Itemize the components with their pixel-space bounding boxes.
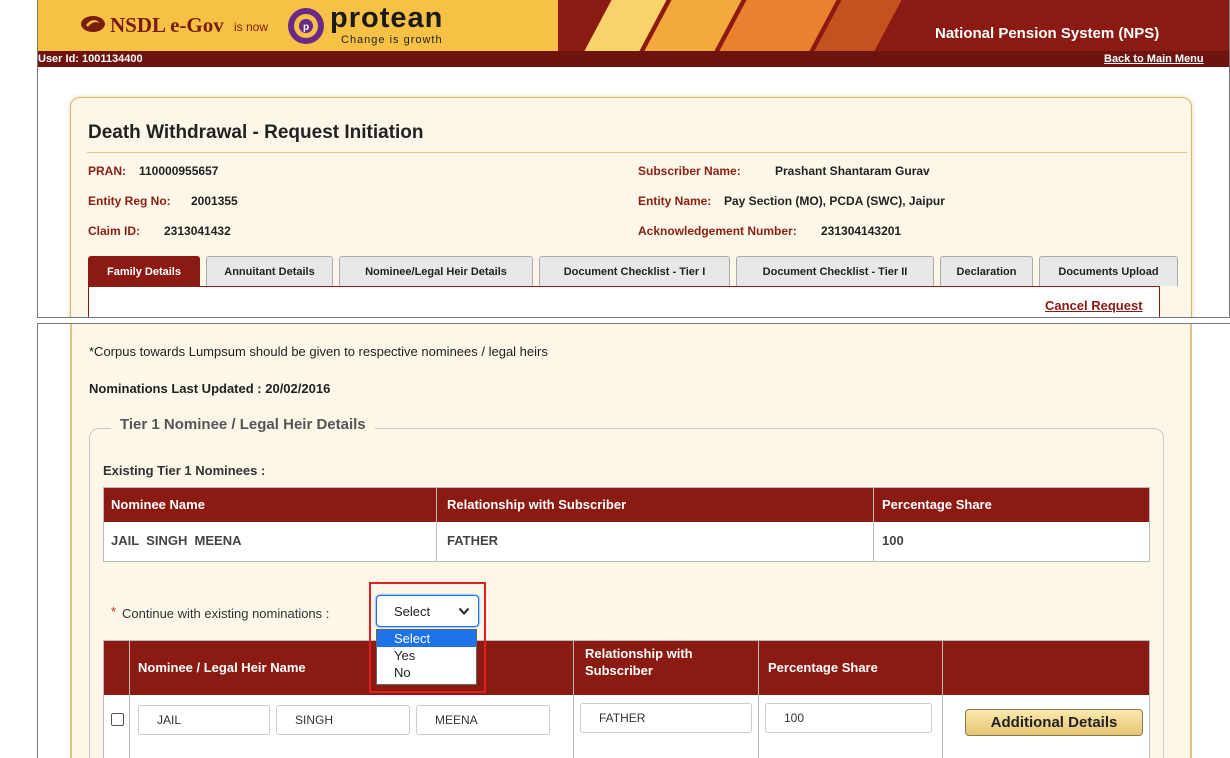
table-row: JAIL SINGH MEENA FATHER 100: [104, 522, 1149, 561]
entity-reg-value: 2001355: [191, 194, 238, 208]
nominee-table-header: Nominee / Legal Heir Name Relationship w…: [104, 641, 1149, 695]
dropdown-option-yes[interactable]: Yes: [377, 647, 476, 664]
user-id: User Id: 1001134400: [38, 53, 143, 65]
pran-value: 110000955657: [139, 164, 219, 178]
nominee-table: Nominee / Legal Heir Name Relationship w…: [103, 640, 1150, 758]
nominee-header-name: Nominee / Legal Heir Name: [138, 660, 306, 675]
existing-header-relationship: Relationship with Subscriber: [447, 497, 627, 512]
continue-existing-select[interactable]: Select: [376, 595, 479, 627]
existing-table-header: Nominee Name Relationship with Subscribe…: [104, 488, 1149, 522]
nsdl-logo-icon: [81, 16, 105, 32]
existing-header-name: Nominee Name: [111, 497, 205, 512]
svg-text:p: p: [303, 22, 309, 33]
existing-nominees-table: Nominee Name Relationship with Subscribe…: [103, 487, 1150, 562]
tab-family-details[interactable]: Family Details: [88, 256, 200, 286]
additional-details-button[interactable]: Additional Details: [965, 709, 1143, 736]
required-asterisk: *: [111, 604, 117, 619]
continue-existing-dropdown-list: Select Yes No: [376, 629, 477, 685]
claim-id-value: 2313041432: [164, 224, 231, 238]
is-now-text: is now: [234, 20, 269, 34]
corpus-note: *Corpus towards Lumpsum should be given …: [89, 344, 548, 359]
dropdown-option-no[interactable]: No: [377, 664, 476, 681]
existing-header-percentage: Percentage Share: [882, 497, 992, 512]
nominee-row-checkbox[interactable]: [111, 713, 124, 726]
nominee-header-percentage: Percentage Share: [768, 660, 878, 675]
ack-number-label: Acknowledgement Number:: [638, 224, 797, 238]
back-to-main-menu-link[interactable]: Back to Main Menu: [1104, 51, 1204, 67]
chevron-down-icon: [458, 607, 470, 615]
subscriber-name-value: Prashant Shantaram Gurav: [775, 164, 930, 178]
tab-nominee-legal-heir-details[interactable]: Nominee/Legal Heir Details: [339, 256, 533, 286]
pran-label: PRAN:: [88, 164, 126, 178]
protean-tagline: Change is growth: [341, 34, 443, 46]
entity-name-value: Pay Section (MO), PCDA (SWC), Jaipur: [724, 194, 945, 208]
protean-logo-icon: p: [288, 8, 324, 44]
protean-logo-text: protean: [330, 2, 444, 34]
ack-number-value: 231304143201: [821, 224, 902, 238]
tab-document-checklist-tier-1[interactable]: Document Checklist - Tier I: [539, 256, 730, 286]
existing-nominee-percentage: 100: [882, 533, 904, 548]
nominee-last-name-input[interactable]: MEENA: [416, 705, 550, 735]
dropdown-option-select[interactable]: Select: [377, 630, 476, 647]
table-row: JAIL SINGH MEENA FATHER 100 Additional D…: [104, 695, 1149, 758]
tab-documents-upload[interactable]: Documents Upload: [1039, 256, 1178, 286]
system-title: National Pension System (NPS): [935, 25, 1160, 42]
site-header: NSDL e-Gov is now p protean Change is gr…: [38, 0, 1229, 51]
tab-declaration[interactable]: Declaration: [940, 256, 1033, 286]
select-current-value: Select: [394, 604, 431, 619]
existing-nominee-name: JAIL SINGH MEENA: [111, 533, 242, 548]
subscriber-name-label: Subscriber Name:: [638, 164, 741, 178]
user-bar: User Id: 1001134400 Back to Main Menu: [38, 51, 1229, 67]
existing-nominee-relationship: FATHER: [447, 533, 499, 548]
existing-nominees-title: Existing Tier 1 Nominees :: [103, 463, 266, 478]
bottom-panel: *Corpus towards Lumpsum should be given …: [37, 323, 1230, 758]
tab-content-area: Cancel Request: [88, 286, 1160, 317]
nominee-header-relationship: Relationship with Subscriber: [585, 646, 693, 678]
nominee-first-name-input[interactable]: JAIL: [138, 705, 270, 735]
nominations-updated: Nominations Last Updated : 20/02/2016: [89, 381, 331, 396]
continue-existing-label: Continue with existing nominations :: [122, 606, 330, 621]
tab-annuitant-details[interactable]: Annuitant Details: [206, 256, 333, 286]
title-divider: [87, 152, 1187, 153]
claim-id-label: Claim ID:: [88, 224, 141, 238]
entity-reg-label: Entity Reg No:: [88, 194, 171, 208]
nominee-middle-name-input[interactable]: SINGH: [276, 705, 410, 735]
entity-name-label: Entity Name:: [638, 194, 712, 208]
nsdl-logo-text: NSDL e-Gov: [110, 13, 224, 37]
tier1-legend: Tier 1 Nominee / Legal Heir Details: [111, 416, 375, 433]
top-panel: NSDL e-Gov is now p protean Change is gr…: [37, 0, 1230, 318]
cancel-request-link[interactable]: Cancel Request: [1045, 298, 1143, 313]
nominee-relationship-input[interactable]: FATHER: [580, 703, 752, 733]
page-title: Death Withdrawal - Request Initiation: [88, 122, 424, 143]
tab-document-checklist-tier-2[interactable]: Document Checklist - Tier II: [736, 256, 934, 286]
nominee-percentage-input[interactable]: 100: [765, 703, 932, 733]
